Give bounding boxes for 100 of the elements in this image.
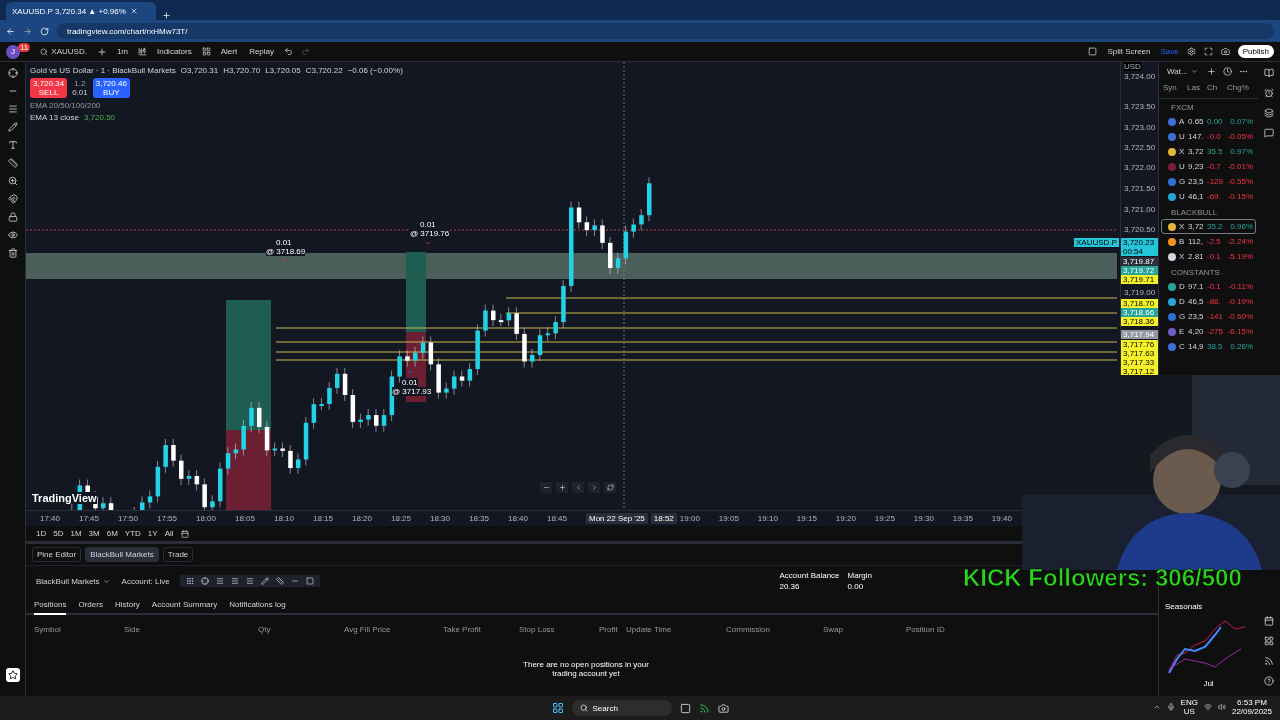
watchlist-row[interactable]: A 0.65 0.00 0.07%	[1161, 114, 1256, 129]
square-icon[interactable]	[1088, 47, 1098, 56]
scroll-right-button[interactable]	[588, 482, 600, 493]
range-button[interactable]: 5D	[53, 529, 64, 538]
lines-icon[interactable]	[215, 577, 224, 585]
app-icon[interactable]	[717, 702, 729, 714]
apps-icon[interactable]	[1264, 636, 1274, 646]
currency-selector[interactable]: USD	[1124, 62, 1141, 71]
watchlist-row[interactable]: X 3,72 35.2 0.96%	[1161, 219, 1256, 234]
add-icon[interactable]	[1206, 67, 1216, 76]
range-button[interactable]: 1D	[36, 529, 47, 538]
publish-button[interactable]: Publish	[1237, 45, 1274, 58]
watchlist-icon[interactable]	[1264, 68, 1274, 78]
clock-icon[interactable]	[1222, 67, 1232, 76]
line-tool-icon[interactable]	[290, 577, 299, 585]
taskbar-search[interactable]: Search	[571, 700, 672, 716]
watchlist-row[interactable]: U 9,23 -0.7 -0.01%	[1161, 159, 1256, 174]
more-icon[interactable]	[1238, 67, 1248, 76]
calendar-icon[interactable]	[180, 529, 189, 538]
watchlist-row[interactable]: U 147. -0.0 -0.05%	[1161, 129, 1256, 144]
watchlist-selector[interactable]: Wat...	[1165, 67, 1200, 76]
app-icon[interactable]	[698, 702, 710, 714]
account-selector[interactable]: Account: Live	[119, 576, 172, 586]
scroll-left-button[interactable]	[572, 482, 584, 493]
buy-button[interactable]: 3,720.46 BUY	[92, 78, 130, 98]
crosshair-icon[interactable]	[7, 68, 18, 78]
watchlist-row[interactable]: C 14,9 38.5 0.26%	[1161, 339, 1256, 354]
pencil-icon[interactable]	[7, 122, 18, 132]
pencil-icon[interactable]	[260, 577, 269, 585]
sell-button[interactable]: 3,720.34 SELL	[30, 78, 68, 98]
broker-selector[interactable]: BlackBull Markets	[34, 576, 112, 586]
replay-button[interactable]: Replay	[247, 47, 277, 56]
clock-date[interactable]: 22/09/2025	[1231, 707, 1272, 716]
range-button[interactable]: YTD	[124, 529, 141, 538]
section-header[interactable]: CONSTANTS	[1159, 264, 1258, 279]
watchlist-row[interactable]: B 112, -2.5 -2.24%	[1161, 234, 1256, 249]
positions-tab[interactable]: Notifications log	[229, 600, 286, 615]
microphone-icon[interactable]	[1166, 703, 1175, 711]
crosshair-icon[interactable]	[200, 577, 209, 585]
panel-tab[interactable]: Pine Editor	[32, 547, 82, 562]
wifi-icon[interactable]	[1203, 703, 1212, 711]
alert-button[interactable]: Alert	[218, 47, 240, 56]
range-button[interactable]: 1Y	[147, 529, 158, 538]
grid-icon[interactable]	[201, 47, 211, 56]
trash-icon[interactable]	[7, 248, 18, 258]
section-header[interactable]: FXCM	[1159, 99, 1258, 114]
ruler-icon[interactable]	[7, 158, 18, 168]
zoom-out-button[interactable]	[540, 482, 552, 493]
ruler-icon[interactable]	[275, 577, 284, 585]
lines-icon[interactable]	[245, 577, 254, 585]
back-icon[interactable]	[6, 26, 15, 36]
layers-icon[interactable]	[1264, 108, 1274, 118]
new-tab-icon[interactable]	[162, 11, 171, 20]
clock-time[interactable]: 6:53 PM	[1237, 698, 1267, 707]
lines-icon[interactable]	[230, 577, 239, 585]
range-button[interactable]: All	[164, 529, 174, 538]
watchlist-row[interactable]: X 2.81 -0.1 -5.19%	[1161, 249, 1256, 264]
drag-handle-icon[interactable]	[185, 577, 194, 585]
watchlist-row[interactable]: E 4,20 -275 -6.15%	[1161, 324, 1256, 339]
reload-icon[interactable]	[40, 26, 49, 36]
start-icon[interactable]	[551, 702, 564, 714]
symbol-search[interactable]: XAUUSD.	[38, 47, 89, 56]
undo-icon[interactable]	[284, 47, 294, 56]
zoom-icon[interactable]	[7, 176, 18, 186]
close-icon[interactable]	[129, 7, 138, 15]
watchlist-row[interactable]: D 97.1 -0.1 -0.11%	[1161, 279, 1256, 294]
magnet-icon[interactable]	[7, 194, 18, 204]
zoom-in-button[interactable]	[556, 482, 568, 493]
panel-tab[interactable]: BlackBull Markets	[85, 547, 159, 562]
candles-icon[interactable]	[138, 47, 147, 56]
fullscreen-icon[interactable]	[1203, 47, 1213, 56]
address-field[interactable]: tradingview.com/chart/rxHMw73T/	[57, 23, 1274, 39]
browser-tab[interactable]: XAUUSD.P 3,720.34 ▲ +0.96%	[6, 2, 156, 20]
camera-icon[interactable]	[1220, 47, 1230, 56]
positions-tab[interactable]: Positions	[34, 600, 67, 615]
section-header[interactable]: BLACKBULL	[1159, 204, 1258, 219]
star-icon[interactable]	[5, 668, 20, 682]
range-button[interactable]: 1M	[70, 529, 82, 538]
positions-tab[interactable]: History	[114, 600, 140, 615]
panel-tab[interactable]: Trade	[162, 547, 194, 562]
reset-button[interactable]	[604, 482, 616, 493]
watchlist-row[interactable]: U 46,1 -69. -0.15%	[1161, 189, 1256, 204]
forward-icon[interactable]	[23, 26, 32, 36]
user-avatar[interactable]: J	[6, 44, 20, 59]
split-screen-button[interactable]: Split Screen	[1105, 47, 1153, 56]
add-icon[interactable]	[96, 46, 107, 57]
watchlist-row[interactable]: X 3,72 35.5 0.97%	[1161, 144, 1256, 159]
feed-icon[interactable]	[1264, 656, 1274, 666]
language-label[interactable]: ENG	[1180, 698, 1198, 707]
menu-icon[interactable]	[7, 104, 18, 114]
lock-icon[interactable]	[7, 212, 18, 222]
volume-icon[interactable]	[1217, 703, 1226, 711]
save-label[interactable]: Save	[1160, 47, 1179, 56]
text-tool-icon[interactable]	[7, 140, 18, 150]
region-label[interactable]: US	[1183, 707, 1195, 716]
square-icon[interactable]	[305, 577, 314, 585]
watchlist-row[interactable]: G 23,5 -141 -0.60%	[1161, 309, 1256, 324]
positions-tab[interactable]: Orders	[78, 600, 103, 615]
watchlist-row[interactable]: G 23,5 -129 -0.55%	[1161, 174, 1256, 189]
range-button[interactable]: 3M	[88, 529, 100, 538]
